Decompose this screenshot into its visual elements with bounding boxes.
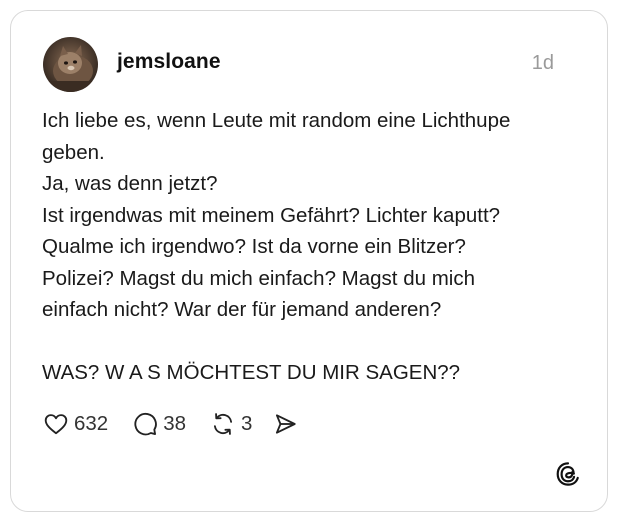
post-text-line: Ja, was denn jetzt?: [42, 172, 218, 195]
comment-icon: [134, 412, 158, 436]
avatar-image: [43, 37, 98, 92]
heart-icon: [44, 414, 68, 435]
post-text-line: einfach nicht? War der für jemand andere…: [42, 298, 442, 321]
repost-button[interactable]: 3: [210, 411, 252, 437]
post-text-line: Qualme ich irgendwo? Ist da vorne ein Bl…: [42, 235, 466, 258]
repost-count: 3: [241, 412, 253, 435]
repost-icon: [213, 413, 233, 435]
avatar[interactable]: [43, 37, 98, 92]
post-text-line: geben.: [42, 140, 105, 164]
like-count: 632: [74, 412, 109, 435]
post-timestamp: 1d: [531, 52, 554, 74]
post-text-line: Ich liebe es, wenn Leute mit random eine…: [42, 109, 511, 132]
share-button[interactable]: [272, 411, 298, 437]
reply-count: 38: [163, 412, 187, 435]
username[interactable]: jemsloane: [117, 50, 221, 74]
post-text-line: Ist irgendwas mit meinem Gefährt? Lichte…: [42, 203, 501, 227]
post-card: jemsloane 1d Ich liebe es, wenn Leute mi…: [10, 10, 608, 512]
post-text-line: Polizei? Magst du mich einfach? Magst du…: [42, 266, 475, 290]
send-icon: [276, 414, 297, 434]
post-text-line: WAS? W A S MÖCHTEST DU MIR SAGEN??: [42, 361, 461, 384]
reply-button[interactable]: 38: [132, 411, 186, 437]
post-body: Ich liebe es, wenn Leute mit random eine…: [42, 105, 582, 389]
like-button[interactable]: 632: [43, 411, 108, 437]
threads-logo-icon: [555, 461, 581, 487]
action-bar: 632 38 3: [43, 409, 298, 439]
